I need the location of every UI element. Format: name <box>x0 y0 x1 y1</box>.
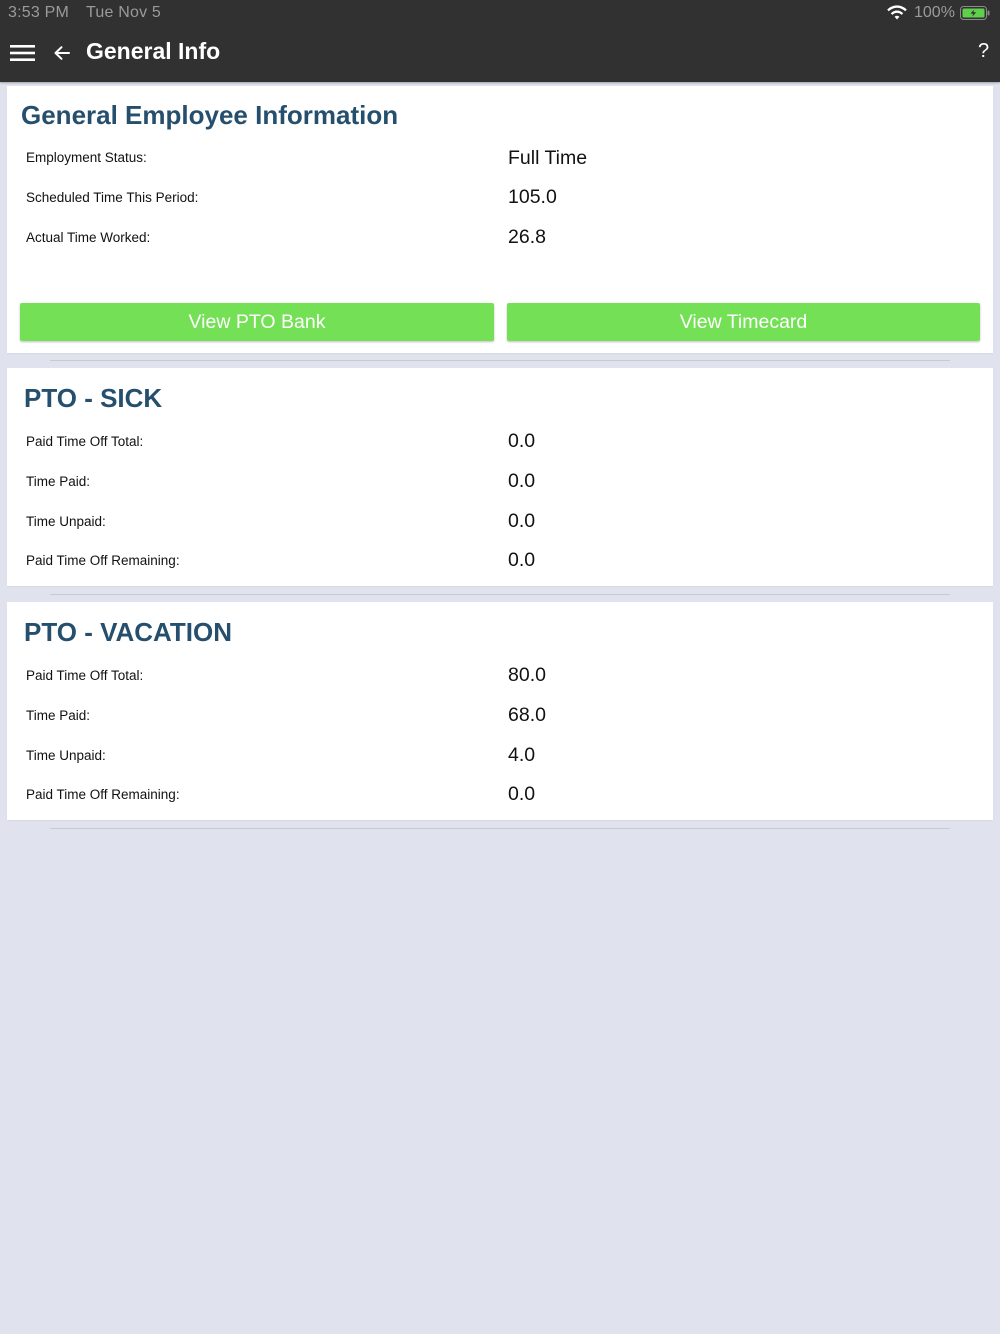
pto-sick-card: PTO - SICK Paid Time Off Total: 0.0 Time… <box>7 368 993 586</box>
battery-percent: 100% <box>914 4 955 21</box>
view-timecard-button[interactable]: View Timecard <box>507 303 980 341</box>
pto-vacation-card: PTO - VACATION Paid Time Off Total: 80.0… <box>7 602 993 820</box>
battery-icon <box>960 6 990 20</box>
sick-time-unpaid-label: Time Unpaid: <box>26 514 106 529</box>
back-arrow-icon[interactable] <box>53 44 71 62</box>
status-time: 3:53 PM <box>8 4 69 21</box>
sick-time-paid-label: Time Paid: <box>26 474 91 489</box>
vacation-time-unpaid-label: Time Unpaid: <box>26 748 106 763</box>
vacation-pto-total-value: 80.0 <box>508 664 546 686</box>
sick-pto-remaining-value: 0.0 <box>508 549 536 571</box>
vacation-time-paid-value: 68.0 <box>508 704 546 726</box>
scheduled-time-value: 105.0 <box>508 186 557 208</box>
vacation-pto-total-label: Paid Time Off Total: <box>26 668 144 683</box>
page-title: General Info <box>86 38 221 64</box>
pto-sick-title: PTO - SICK <box>24 383 163 413</box>
pto-vacation-title: PTO - VACATION <box>24 617 232 647</box>
view-pto-bank-button[interactable]: View PTO Bank <box>20 303 494 341</box>
vacation-time-unpaid-value: 4.0 <box>508 744 536 766</box>
section-divider <box>50 360 950 361</box>
vacation-pto-remaining-label: Paid Time Off Remaining: <box>26 787 180 802</box>
sick-pto-total-value: 0.0 <box>508 430 536 452</box>
sick-time-unpaid-value: 0.0 <box>508 510 536 532</box>
actual-time-value: 26.8 <box>508 226 546 248</box>
top-bar: 3:53 PM Tue Nov 5 100% General Info ? <box>0 0 1000 82</box>
employment-status-label: Employment Status: <box>26 150 147 165</box>
vacation-pto-remaining-value: 0.0 <box>508 783 536 805</box>
scheduled-time-label: Scheduled Time This Period: <box>26 190 199 205</box>
sick-time-paid-value: 0.0 <box>508 470 536 492</box>
employment-status-value: Full Time <box>508 147 588 169</box>
section-divider <box>50 594 950 595</box>
sick-pto-total-label: Paid Time Off Total: <box>26 434 144 449</box>
general-info-title: General Employee Information <box>21 100 399 130</box>
section-divider <box>50 828 950 829</box>
vacation-time-paid-label: Time Paid: <box>26 708 91 723</box>
wifi-icon <box>887 5 907 20</box>
hamburger-menu-icon[interactable] <box>10 44 35 62</box>
status-date: Tue Nov 5 <box>86 4 162 21</box>
help-icon[interactable]: ? <box>978 40 989 63</box>
sick-pto-remaining-label: Paid Time Off Remaining: <box>26 553 180 568</box>
actual-time-label: Actual Time Worked: <box>26 230 151 245</box>
